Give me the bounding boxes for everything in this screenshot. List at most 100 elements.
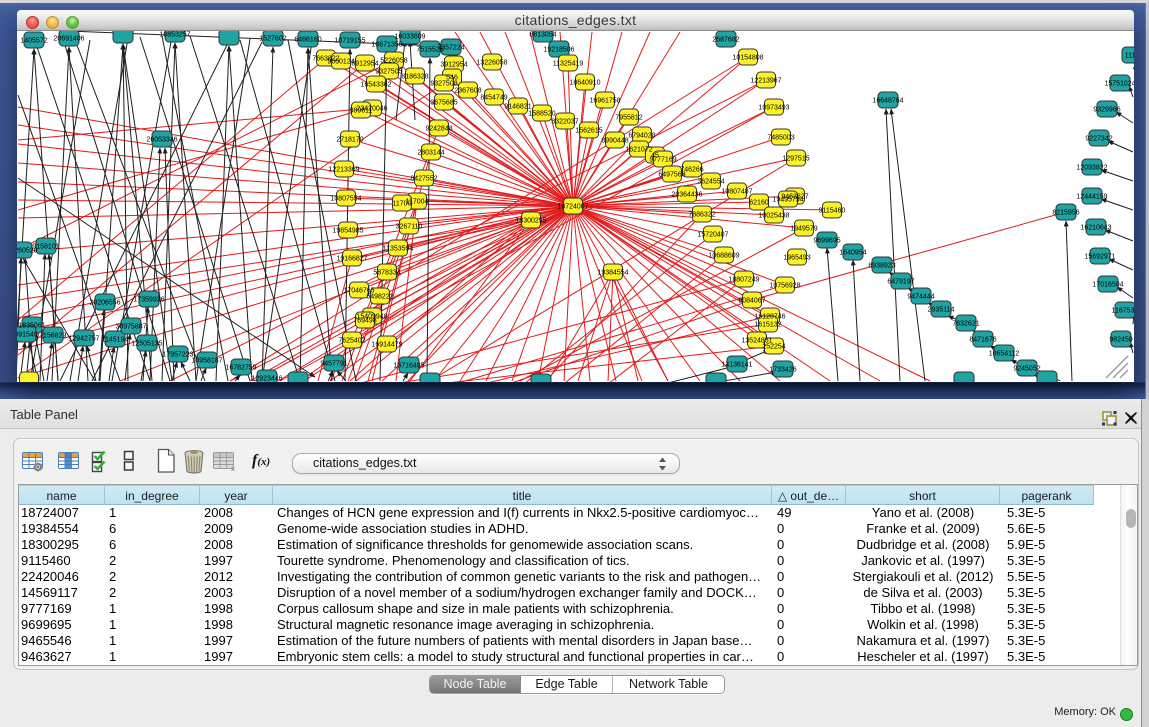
svg-text:19218506: 19218506 — [543, 46, 574, 53]
svg-text:6466160: 6466160 — [294, 36, 321, 43]
svg-text:9227342: 9227342 — [1085, 135, 1112, 142]
svg-text:12942757: 12942757 — [68, 335, 99, 342]
svg-text:9242848: 9242848 — [425, 125, 452, 132]
svg-text:16648764: 16648764 — [872, 97, 903, 104]
svg-text:1949579: 1949579 — [790, 225, 817, 232]
svg-text:1640954: 1640954 — [839, 249, 866, 256]
svg-text:18807249: 18807249 — [728, 276, 759, 283]
svg-text:8813054: 8813054 — [529, 31, 556, 38]
svg-text:2803144: 2803144 — [417, 149, 444, 156]
svg-text:1615132: 1615132 — [754, 321, 781, 328]
svg-text:10807554: 10807554 — [330, 195, 361, 202]
svg-text:2935114: 2935114 — [928, 306, 955, 313]
svg-text:9115460: 9115460 — [819, 207, 846, 214]
svg-text:8427552: 8427552 — [410, 175, 437, 182]
svg-text:7625402: 7625402 — [338, 337, 365, 344]
svg-text:19854985: 19854985 — [332, 227, 363, 234]
svg-text:10958187: 10958187 — [191, 357, 222, 364]
svg-text:16961758: 16961758 — [589, 97, 620, 104]
svg-text:10154808: 10154808 — [732, 54, 763, 61]
svg-text:62160: 62160 — [749, 199, 769, 206]
svg-text:20364436: 20364436 — [671, 191, 702, 198]
svg-text:769498: 769498 — [353, 317, 376, 324]
svg-text:3624554: 3624554 — [697, 178, 724, 185]
svg-text:9158101: 9158101 — [32, 243, 59, 250]
svg-text:1297515: 1297515 — [782, 155, 809, 162]
svg-text:1405572: 1405572 — [20, 37, 47, 44]
svg-text:16120746: 16120746 — [754, 313, 785, 320]
svg-text:10654112: 10654112 — [989, 350, 1020, 357]
svg-text:16210643: 16210643 — [1080, 224, 1111, 231]
svg-text:2367608: 2367608 — [454, 87, 481, 94]
svg-text:1588520: 1588520 — [528, 110, 555, 117]
svg-text:12213369: 12213369 — [328, 166, 359, 173]
svg-text:20691406: 20691406 — [53, 35, 84, 42]
svg-text:18640910: 18640910 — [569, 79, 600, 86]
svg-text:2718170: 2718170 — [336, 136, 363, 143]
svg-text:15692971: 15692971 — [1084, 253, 1115, 260]
svg-text:9245052: 9245052 — [1013, 365, 1040, 372]
svg-text:18300295: 18300295 — [515, 217, 546, 224]
svg-text:30975887: 30975887 — [115, 323, 146, 330]
svg-text:16033809: 16033809 — [394, 33, 425, 40]
svg-text:19166827: 19166827 — [336, 255, 367, 262]
svg-text:10807487: 10807487 — [721, 188, 752, 195]
svg-text:3675685: 3675685 — [430, 99, 457, 106]
svg-text:12923446: 12923446 — [251, 375, 282, 382]
svg-text:17359936: 17359936 — [133, 296, 164, 303]
svg-text:15751024: 15751024 — [1104, 80, 1134, 87]
svg-text:1562615: 1562615 — [575, 127, 602, 134]
svg-text:17016504: 17016504 — [1092, 281, 1123, 288]
svg-text:8471676: 8471676 — [969, 336, 996, 343]
svg-text:10973493: 10973493 — [758, 104, 789, 111]
svg-text:7632621: 7632621 — [952, 320, 979, 327]
svg-text:1167533: 1167533 — [1112, 307, 1134, 314]
svg-text:989611: 989611 — [350, 107, 373, 114]
svg-text:18724007: 18724007 — [557, 203, 588, 210]
svg-text:13226058: 13226058 — [476, 59, 507, 66]
svg-text:15720407: 15720407 — [697, 231, 728, 238]
svg-text:9457791: 9457791 — [320, 360, 347, 367]
svg-text:9329966: 9329966 — [1093, 106, 1120, 113]
svg-text:8186328: 8186328 — [401, 73, 428, 80]
svg-text:19495794: 19495794 — [772, 196, 803, 203]
svg-text:1156829: 1156829 — [40, 332, 67, 339]
svg-text:6794028: 6794028 — [628, 132, 655, 139]
svg-text:10719155: 10719155 — [334, 37, 365, 44]
svg-text:12444159: 12444159 — [1076, 193, 1107, 200]
svg-text:6497568: 6497568 — [658, 171, 685, 178]
svg-text:8322037: 8322037 — [551, 118, 578, 125]
svg-text:9084067: 9084067 — [738, 297, 765, 304]
svg-text:9474444: 9474444 — [907, 293, 934, 300]
svg-text:7485003: 7485003 — [767, 134, 794, 141]
svg-text:1527602: 1527602 — [259, 35, 286, 42]
svg-text:1117: 1117 — [1125, 52, 1134, 59]
svg-text:20206556: 20206556 — [89, 299, 120, 306]
svg-text:1733426: 1733426 — [769, 366, 796, 373]
svg-text:9327505: 9327505 — [375, 68, 402, 75]
svg-text:7357224: 7357224 — [437, 44, 464, 51]
svg-text:10756928: 10756928 — [769, 282, 800, 289]
svg-text:1145194: 1145194 — [102, 336, 129, 343]
svg-text:1621072: 1621072 — [625, 146, 652, 153]
svg-text:16782759: 16782759 — [225, 364, 256, 371]
svg-text:5498222: 5498222 — [366, 293, 393, 300]
svg-text:252254: 252254 — [762, 343, 785, 350]
svg-text:26053346: 26053346 — [146, 136, 177, 143]
svg-text:5226058: 5226058 — [380, 57, 407, 64]
svg-text:11325419: 11325419 — [553, 60, 584, 67]
svg-text:10671355: 10671355 — [371, 41, 402, 48]
svg-text:8454749: 8454749 — [480, 94, 507, 101]
svg-text:3912954: 3912954 — [440, 61, 467, 68]
svg-text:12213967: 12213967 — [750, 77, 781, 84]
svg-text:8990448: 8990448 — [601, 137, 628, 144]
svg-text:x: x — [231, 466, 235, 473]
svg-text:391549: 391549 — [17, 331, 38, 338]
svg-text:10853257: 10853257 — [159, 31, 190, 38]
svg-text:10025438: 10025438 — [758, 212, 789, 219]
svg-text:13716485: 13716485 — [393, 362, 424, 369]
svg-text:9146821: 9146821 — [504, 103, 531, 110]
svg-text:16914479: 16914479 — [371, 341, 402, 348]
svg-text:1965493: 1965493 — [783, 254, 810, 261]
svg-text:7886322: 7886322 — [688, 211, 715, 218]
